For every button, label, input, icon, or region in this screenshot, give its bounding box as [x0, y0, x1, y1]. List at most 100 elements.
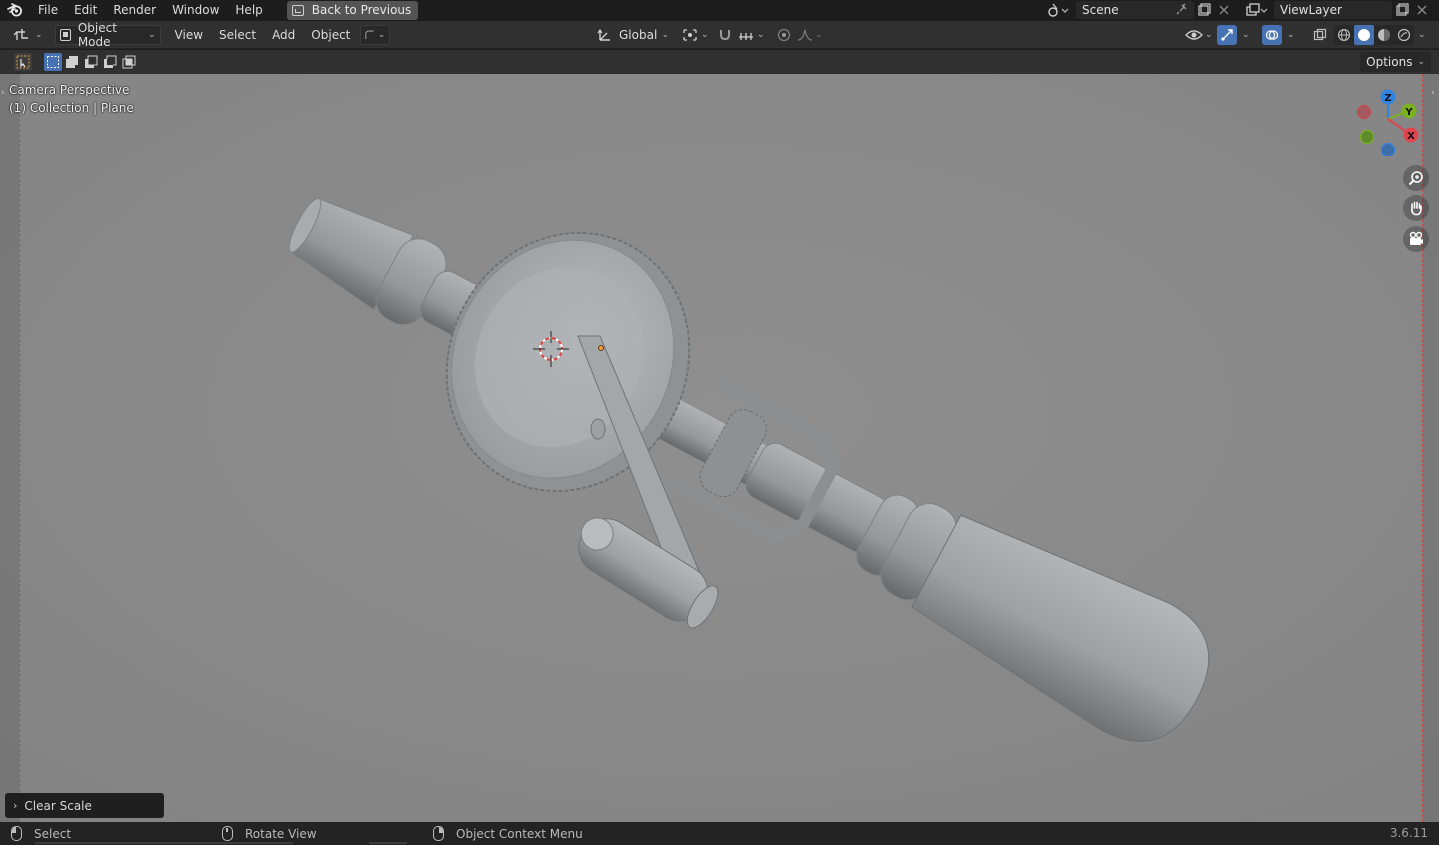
chevron-down-icon: ⌄ [1418, 29, 1426, 40]
z-axis-label: Z [1384, 93, 1391, 104]
pivot-point-icon [683, 28, 697, 41]
view-layer-selector: ViewLayer [1240, 1, 1432, 19]
view-layer-icon[interactable] [1240, 1, 1272, 19]
viewport-header: ⌄ Object Mode ⌄ View Select Add Object ⌄… [0, 21, 1439, 49]
hand-drill-model [0, 74, 1439, 822]
new-view-layer-icon[interactable] [1392, 1, 1412, 19]
gizmo-toggle[interactable] [1217, 24, 1237, 45]
chevron-down-icon: ⌄ [1205, 29, 1213, 40]
camera-view-button[interactable] [1403, 226, 1429, 252]
eye-icon [1185, 29, 1203, 40]
menu-window[interactable]: Window [164, 0, 227, 20]
view-layer-name-field[interactable]: ViewLayer [1274, 1, 1392, 19]
top-menu-bar: File Edit Render Window Help Back to Pre… [0, 0, 1439, 20]
back-icon [291, 4, 304, 16]
menu-help[interactable]: Help [227, 0, 270, 20]
wireframe-icon [1337, 28, 1351, 42]
menu-view[interactable]: View [167, 25, 211, 45]
rendered-shading-button[interactable] [1394, 28, 1414, 42]
editor-type-dropdown[interactable]: ⌄ [10, 25, 47, 45]
3d-viewport[interactable]: Camera Perspective (1) Collection | Plan… [0, 74, 1439, 822]
scene-name: Scene [1082, 3, 1119, 17]
gpencil-dropdown[interactable]: ⌄ [360, 24, 391, 45]
object-mode-icon [59, 28, 71, 41]
hand-icon [1411, 201, 1422, 216]
object-mode-dropdown[interactable]: Object Mode ⌄ [54, 21, 161, 49]
menu-select[interactable]: Select [211, 25, 264, 45]
options-dropdown[interactable]: Options ⌄ [1360, 52, 1431, 72]
visibility-dropdown[interactable]: ⌄ [1181, 25, 1217, 45]
pan-view-button[interactable] [1403, 195, 1429, 221]
navigation-gizmo[interactable]: Z Y X [1353, 86, 1423, 156]
menu-render[interactable]: Render [105, 0, 164, 20]
xray-toggle[interactable] [1309, 25, 1331, 45]
transform-orientation-dropdown[interactable]: Global ⌄ [593, 25, 673, 45]
select-mode-subtract[interactable] [82, 53, 100, 71]
overlays-dropdown[interactable]: ⌄ [1283, 25, 1299, 45]
toolbar-expand-icon[interactable]: › [1, 88, 9, 104]
material-sphere-icon [1378, 29, 1390, 41]
select-extend-icon [66, 56, 78, 68]
menu-file[interactable]: File [30, 0, 66, 20]
wireframe-shading-button[interactable] [1334, 28, 1354, 42]
version-label: 3.6.11 [1389, 826, 1428, 840]
select-mode-extend[interactable] [63, 53, 81, 71]
status-select-label: Select [34, 826, 72, 841]
negative-y-axis-icon [1359, 129, 1375, 145]
back-to-previous-button[interactable]: Back to Previous [286, 0, 419, 20]
camera-icon [1409, 231, 1423, 245]
zoom-view-button[interactable] [1403, 165, 1429, 191]
chevron-down-icon: ⌄ [661, 29, 669, 40]
overlays-toggle[interactable] [1262, 24, 1282, 45]
material-shading-button[interactable] [1374, 28, 1394, 42]
proportional-falloff-dropdown[interactable]: ⌄ [793, 25, 827, 45]
magnet-icon [720, 29, 730, 40]
scene-name-field[interactable]: Scene [1076, 1, 1194, 19]
select-mode-difference[interactable] [101, 53, 119, 71]
camera-passepartout-left [0, 74, 19, 822]
y-axis-label: Y [1404, 107, 1413, 118]
status-progress-strip [35, 842, 293, 844]
transform-orientation-label: Global [619, 27, 658, 42]
editor-3d-icon [14, 28, 28, 40]
menu-edit[interactable]: Edit [66, 0, 105, 20]
x-axis-label: X [1407, 131, 1415, 142]
active-tool-select-box[interactable] [14, 53, 32, 71]
select-mode-intersect[interactable] [120, 53, 138, 71]
chevron-down-icon: ⌄ [1417, 57, 1425, 67]
overlays-icon [1265, 29, 1279, 40]
scene-type-icon[interactable] [1043, 1, 1073, 19]
select-subtract-icon [85, 55, 98, 68]
menu-add[interactable]: Add [264, 25, 303, 45]
status-context-menu-label: Object Context Menu [456, 826, 583, 841]
delete-view-layer-icon[interactable] [1412, 1, 1432, 19]
sidebar-expand-icon[interactable]: ‹ [1431, 88, 1439, 104]
view-name-label: Camera Perspective [9, 83, 130, 97]
gizmo-dropdown[interactable]: ⌄ [1238, 25, 1254, 45]
solid-shading-button[interactable] [1354, 25, 1374, 45]
menu-object[interactable]: Object [303, 25, 358, 45]
blender-logo-icon[interactable] [6, 2, 24, 18]
chevron-down-icon: ⌄ [815, 29, 823, 40]
chevron-down-icon: ⌄ [377, 29, 386, 40]
view-layer-name: ViewLayer [1280, 3, 1342, 17]
mouse-right-icon [433, 826, 444, 841]
snap-target-dropdown[interactable]: ⌄ [734, 25, 769, 45]
chevron-down-icon: ⌄ [757, 29, 765, 40]
chevron-down-icon: ⌄ [701, 29, 709, 40]
collection-info-label: (1) Collection | Plane [9, 101, 134, 115]
status-context-menu-hint: Object Context Menu [433, 822, 583, 845]
chevron-down-icon: ⌄ [35, 29, 43, 40]
delete-scene-icon[interactable] [1214, 1, 1234, 19]
proportional-edit-toggle[interactable] [773, 25, 795, 45]
shading-options-dropdown[interactable]: ⌄ [1414, 25, 1430, 45]
xray-icon [1313, 28, 1327, 40]
select-mode-new[interactable] [44, 53, 62, 71]
new-scene-icon[interactable] [1194, 1, 1214, 19]
solid-sphere-icon [1358, 29, 1370, 41]
pin-icon[interactable] [1176, 3, 1188, 18]
chevron-down-icon: ⌄ [1242, 29, 1250, 40]
options-label: Options [1366, 55, 1413, 69]
pivot-point-dropdown[interactable]: ⌄ [678, 25, 713, 45]
last-operator-panel[interactable]: › Clear Scale [5, 793, 164, 818]
